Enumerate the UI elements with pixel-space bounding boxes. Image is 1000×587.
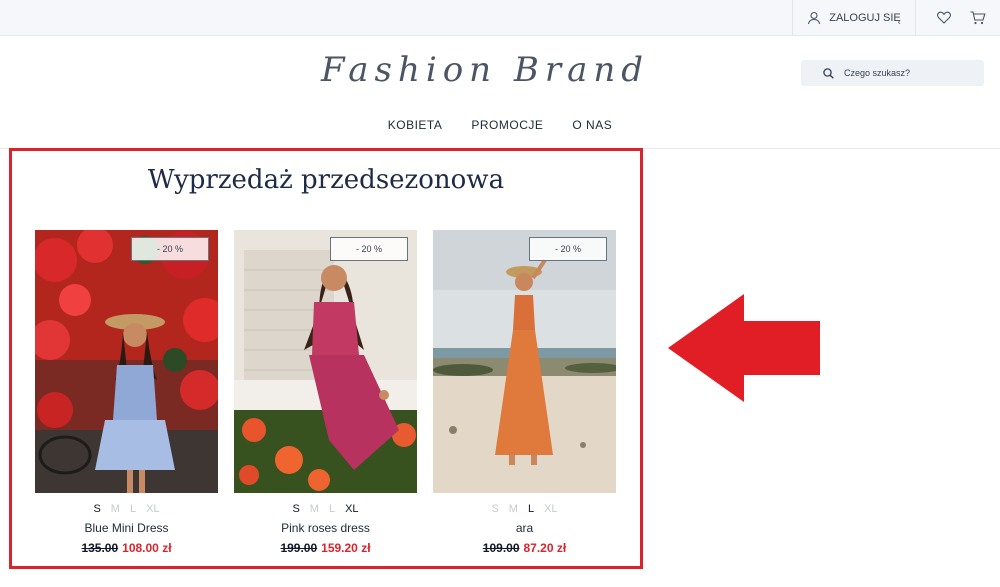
nav-item-promocje[interactable]: PROMOCJE [471, 118, 543, 140]
search-icon [823, 67, 834, 79]
login-label: ZALOGUJ SIĘ [829, 11, 901, 24]
search-input[interactable] [842, 67, 976, 79]
nav-item-o-nas[interactable]: O NAS [572, 118, 612, 140]
user-icon [808, 11, 821, 24]
main-nav: KOBIETA PROMOCJE O NAS [0, 118, 1000, 140]
top-bar: ZALOGUJ SIĘ [0, 0, 1000, 36]
brand-logo-text: Fashion Brand [320, 50, 650, 90]
cart-icon [970, 10, 986, 24]
brand-logo[interactable]: Fashion Brand [320, 40, 650, 100]
highlight-frame [9, 148, 643, 569]
cart-button[interactable] [958, 0, 998, 35]
heart-icon [937, 11, 951, 24]
search-box[interactable] [801, 60, 984, 86]
nav-item-kobieta[interactable]: KOBIETA [388, 118, 443, 140]
login-button[interactable]: ZALOGUJ SIĘ [792, 0, 916, 35]
pointer-arrow-icon [668, 294, 820, 402]
